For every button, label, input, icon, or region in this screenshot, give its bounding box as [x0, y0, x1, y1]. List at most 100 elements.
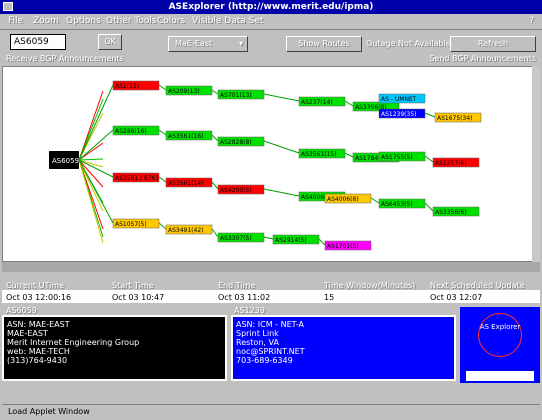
as-node-label: AS4200(5): [220, 187, 252, 194]
menu-options[interactable]: Options: [66, 16, 101, 26]
next-update-header: Next Scheduled Update: [430, 281, 525, 290]
as-node[interactable]: AS1257(6): [432, 157, 480, 168]
mid-as-info-panel: ASN: ICM - NET-A Sprint Link Reston, VA …: [231, 315, 456, 381]
menu-visible-data-set[interactable]: Visible Data Set: [192, 16, 263, 26]
as-node-label: AS3307(5): [220, 235, 252, 242]
as-node-label: AS3561(14): [168, 180, 204, 187]
as-node-label: AS3356(6): [435, 209, 467, 216]
as-node[interactable]: AS3561(15): [298, 148, 346, 159]
as-node[interactable]: AS1057(5): [112, 218, 160, 229]
as-node[interactable]: AS1701(5): [324, 240, 372, 251]
as-node-label: AS209(13): [168, 88, 200, 95]
logo-circle: [478, 313, 522, 357]
exchange-select[interactable]: MaE-East ▾: [168, 36, 248, 52]
as-node[interactable]: AS6453(5): [378, 198, 426, 209]
vertical-scrollbar[interactable]: [532, 66, 540, 262]
as-node-label: AS - UMNET: [381, 96, 417, 103]
graph-edge: [158, 176, 167, 183]
ok-button[interactable]: OK: [98, 34, 122, 50]
end-time-header: End Time: [218, 281, 256, 290]
as-node[interactable]: AS3561(16): [165, 130, 213, 141]
next-update-value: Oct 03 12:07: [430, 293, 483, 302]
as-node-label: AS1257(6): [435, 160, 467, 167]
as-node[interactable]: AS1755(5): [378, 151, 426, 162]
as-node[interactable]: AS209(13): [165, 85, 213, 96]
start-time-value: Oct 03 10:47: [112, 293, 165, 302]
graph-edge: [344, 152, 354, 158]
graph-edge: [78, 159, 104, 244]
graph-edge: [318, 238, 326, 246]
graph-edge: [78, 84, 114, 161]
as-node-label: AS2828(8): [220, 139, 252, 146]
graph-edge: [263, 188, 300, 197]
as-node[interactable]: AS3491(42): [165, 224, 213, 235]
graph-edge: [211, 89, 219, 95]
as-node[interactable]: AS3561(14): [165, 177, 213, 188]
as-node[interactable]: AS4200(5): [217, 184, 265, 195]
graph-edge: [158, 84, 167, 91]
info-line: MAE-EAST: [7, 329, 48, 338]
as-node[interactable]: AS3356(6): [432, 206, 480, 217]
menu-bar: File Zoom Options Other Tools Colors Vis…: [0, 14, 542, 30]
menu-colors[interactable]: Colors: [157, 16, 185, 26]
as-node[interactable]: AS - UMNET: [378, 93, 426, 104]
status-bar: Load Applet Window: [2, 404, 540, 418]
as-node-label: AS1755(5): [381, 154, 413, 161]
window-title: ASExplorer (http://www.merit.edu/ipma): [168, 2, 374, 12]
as-node[interactable]: AS2828(8): [217, 136, 265, 147]
time-window-value: 15: [324, 293, 335, 302]
menu-file[interactable]: File: [8, 16, 23, 26]
as-node[interactable]: AS701(13): [217, 89, 265, 100]
send-announcements-label: Send BGP Announcements: [429, 54, 536, 63]
graph-edge: [424, 202, 434, 212]
menu-help[interactable]: ?: [529, 16, 534, 26]
graph-edge: [211, 228, 219, 238]
as-node-label: AS2914(5): [275, 237, 307, 244]
as-node[interactable]: AS1(12): [112, 80, 160, 91]
graph-edge: [158, 222, 167, 230]
as-node[interactable]: AS237(14): [298, 96, 346, 107]
as-node-label: AS1(12): [115, 83, 139, 90]
info-line: 703-689-6349: [236, 356, 293, 365]
as-graph-canvas[interactable]: AS6059 AS1(12) AS209(13) AS701(13) AS237(14)…: [2, 66, 540, 262]
info-line: ASN: MAE-EAST: [7, 320, 70, 329]
exchange-select-value: MaE-East: [175, 39, 213, 48]
as-node-label: AS286(16): [115, 128, 147, 135]
as-node[interactable]: AS3307(5): [217, 232, 265, 243]
mid-panel-title: AS1239: [234, 306, 265, 315]
as-node[interactable]: AS2914(5): [272, 234, 320, 245]
graph-edge: [158, 129, 167, 136]
as-node-label: AS1701(5): [327, 243, 359, 250]
graph-edge: [211, 134, 219, 142]
show-routes-button[interactable]: Show Routes: [286, 36, 362, 52]
as-number-input[interactable]: AS6059: [10, 34, 66, 50]
as-node-label: AS1239(35): [381, 111, 417, 118]
graph-edge: [263, 93, 300, 102]
as-node-label: AS3491(42): [168, 227, 204, 234]
as-node[interactable]: AS4006(8): [324, 193, 372, 204]
as-node[interactable]: AS286(16): [112, 125, 160, 136]
info-line: (313)764-9430: [7, 356, 68, 365]
menu-other-tools[interactable]: Other Tools: [106, 16, 157, 26]
current-time-value: Oct 03 12:00:16: [6, 293, 72, 302]
as-node-label: AS701(13): [220, 92, 252, 99]
current-time-header: Current UTime: [6, 281, 65, 290]
logo-strip: [466, 371, 534, 381]
menu-zoom[interactable]: Zoom: [33, 16, 59, 26]
receive-announcements-label: Receive BGP Announcements: [6, 54, 124, 63]
as-node[interactable]: AS1675(34): [434, 112, 482, 123]
graph-edge: [370, 197, 380, 204]
horizontal-scrollbar[interactable]: [2, 262, 540, 272]
as-node[interactable]: AS1239(35): [378, 108, 426, 119]
refresh-button[interactable]: Refresh: [450, 36, 536, 52]
window-menu-icon[interactable]: [3, 2, 13, 11]
info-line: Merit Internet Engineering Group: [7, 338, 140, 347]
logo-text: AS Explorer: [479, 323, 521, 331]
as-node-label: AS1675(34): [437, 115, 473, 122]
as-node[interactable]: AS3561 / 6761: [112, 172, 159, 183]
title-bar: ASExplorer (http://www.merit.edu/ipma): [0, 0, 542, 14]
info-line: ASN: ICM - NET-A: [236, 320, 304, 329]
end-time-value: Oct 03 11:02: [218, 293, 271, 302]
left-as-info-panel: ASN: MAE-EAST MAE-EAST Merit Internet En…: [2, 315, 227, 381]
graph-edge: [211, 181, 219, 190]
